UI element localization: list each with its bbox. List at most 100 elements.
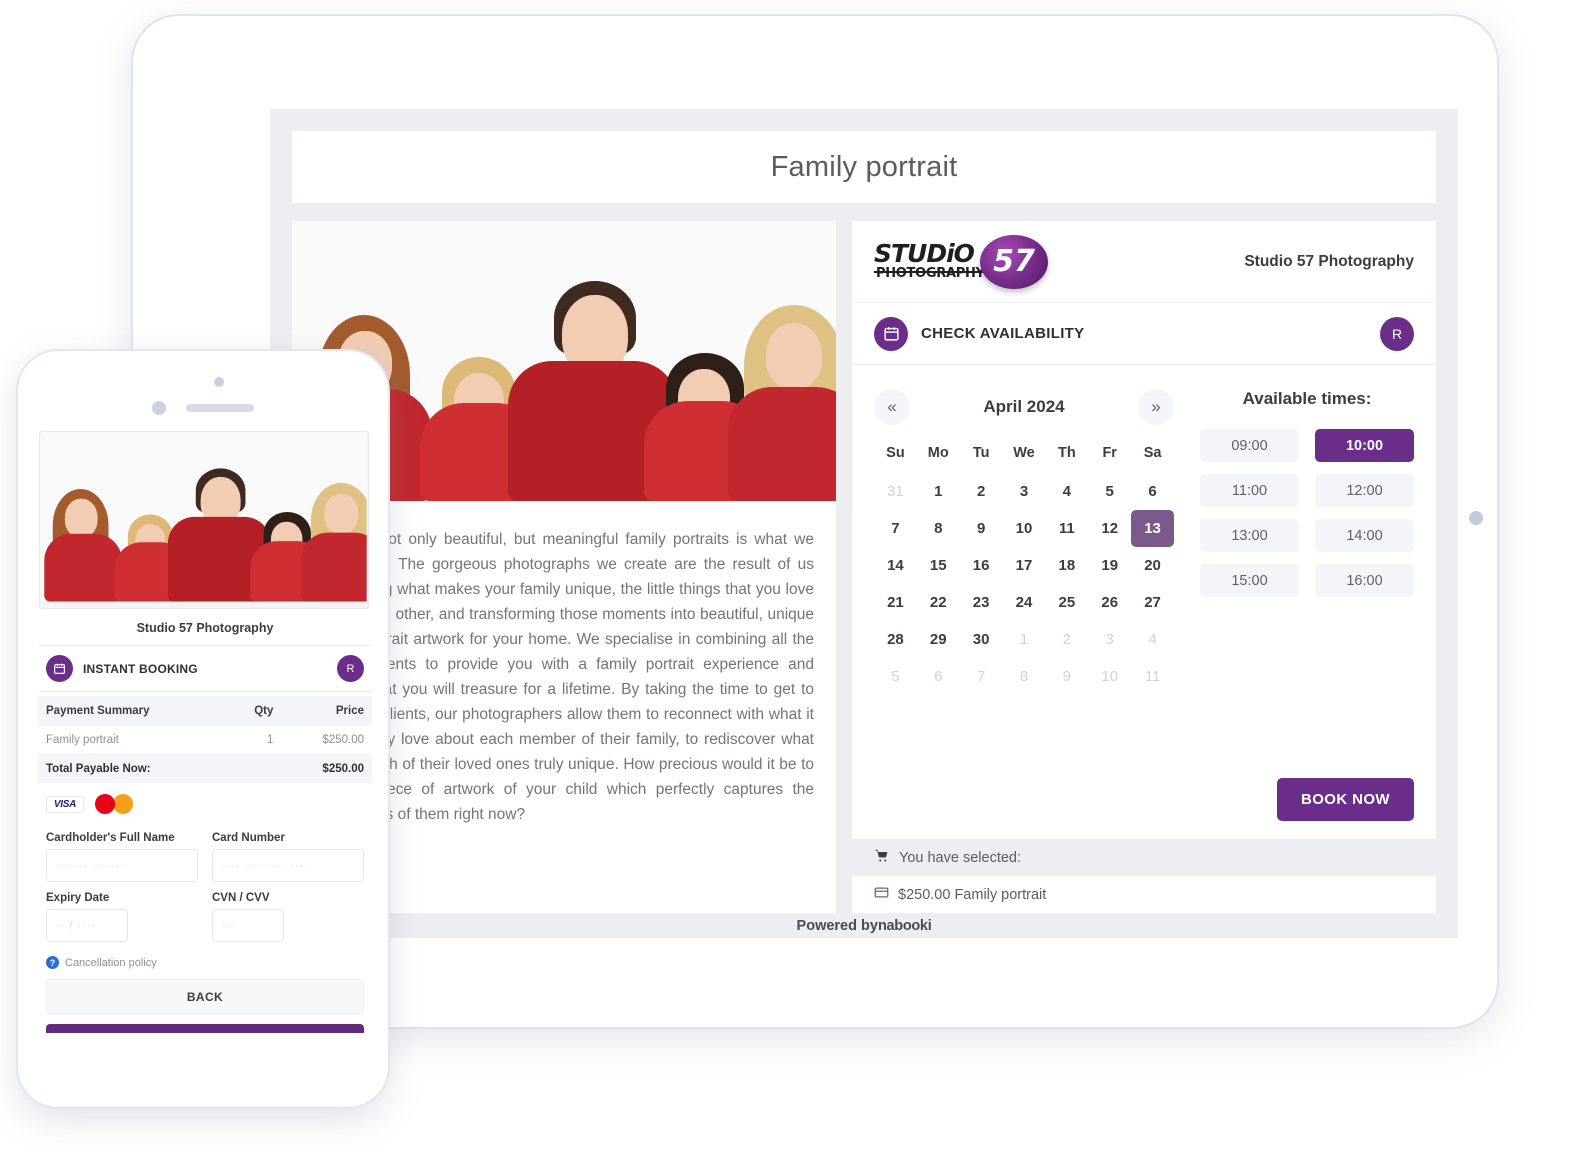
calendar-month-label: April 2024: [983, 397, 1065, 416]
cardholder-input[interactable]: [46, 849, 198, 882]
selection-heading-bar: You have selected:: [852, 839, 1436, 876]
calendar-day[interactable]: 19: [1088, 547, 1131, 584]
calendar-day[interactable]: 30: [960, 621, 1003, 658]
selection-item: $250.00 Family portrait: [898, 886, 1047, 903]
phone-subheader: INSTANT BOOKING R: [38, 645, 372, 692]
cardholder-group: Cardholder's Full Name: [46, 824, 198, 882]
calendar-weekday: Su: [886, 445, 905, 461]
col-price: Price: [281, 696, 372, 726]
accepted-cards: VISA: [38, 783, 372, 820]
selection-row: $250.00 Family portrait: [852, 876, 1436, 913]
time-slot[interactable]: 14:00: [1315, 519, 1414, 552]
phone-camera-icon: [214, 377, 224, 387]
phone-user-avatar[interactable]: R: [337, 655, 364, 682]
form-row-2: Expiry Date CVN / CVV: [46, 884, 364, 942]
widget-header: STUDiO PHOTOGRAPHY 57 Studio 57 Photogra…: [852, 221, 1436, 303]
pay-and-confirm-button[interactable]: PAY AND CONFIRM: [46, 1024, 364, 1033]
time-slot-grid: 09:00 10:00 11:00 12:00 13:00 14:00 15:00 16:00: [1200, 429, 1414, 597]
calendar-day[interactable]: 4: [1045, 473, 1088, 510]
calendar-day[interactable]: 16: [960, 547, 1003, 584]
calendar-day: 2: [1062, 631, 1072, 648]
payment-summary-table: Payment Summary Qty Price Family portrai…: [38, 696, 372, 783]
time-slot-selected[interactable]: 10:00: [1315, 429, 1414, 462]
time-slot[interactable]: 16:00: [1315, 564, 1414, 597]
page-title-card: Family portrait: [292, 131, 1436, 203]
calendar-day[interactable]: 6: [1131, 473, 1174, 510]
available-times-title: Available times:: [1242, 389, 1372, 408]
col-qty: Qty: [226, 696, 282, 726]
total-label: Total Payable Now:: [38, 754, 282, 783]
calendar-weekday: Tu: [972, 445, 990, 461]
phone-speaker-icon: [186, 404, 254, 412]
calendar-icon: [874, 316, 908, 351]
question-mark-icon: ?: [46, 956, 59, 969]
cardnumber-input[interactable]: [212, 849, 364, 882]
prev-month-button[interactable]: «: [874, 389, 910, 425]
next-month-button[interactable]: »: [1137, 389, 1174, 425]
phone-photo-inner: [40, 432, 367, 602]
calendar-day[interactable]: 23: [960, 584, 1003, 621]
cardnumber-group: Card Number: [212, 824, 364, 882]
calendar-weekday: Sa: [1143, 445, 1162, 461]
calendar-day[interactable]: 14: [874, 547, 917, 584]
mastercard-logo: [94, 792, 134, 816]
logo-subtitle: PHOTOGRAPHY: [876, 265, 985, 281]
expiry-group: Expiry Date: [46, 884, 198, 942]
calendar-day[interactable]: 29: [917, 621, 960, 658]
credit-card-icon: [874, 885, 889, 904]
business-name: Studio 57 Photography: [1244, 252, 1414, 270]
time-slot[interactable]: 12:00: [1315, 474, 1414, 507]
time-slot[interactable]: 09:00: [1200, 429, 1299, 462]
calendar-day[interactable]: 7: [874, 510, 917, 547]
calendar-day[interactable]: 9: [960, 510, 1003, 547]
calendar-day: 11: [1144, 668, 1161, 685]
calendar-day[interactable]: 27: [1131, 584, 1174, 621]
powered-by-footer: Powered by nabooki: [292, 913, 1436, 938]
calendar-day[interactable]: 10: [1003, 510, 1046, 547]
table-row: Family portrait 1 $250.00: [38, 726, 372, 755]
phone-business-name: Studio 57 Photography: [136, 621, 274, 635]
calendar-day: 9: [1062, 668, 1072, 685]
calendar-day[interactable]: 1: [917, 473, 960, 510]
table-header-row: Payment Summary Qty Price: [38, 696, 372, 726]
user-avatar[interactable]: R: [1380, 316, 1414, 351]
calendar-day[interactable]: 20: [1131, 547, 1174, 584]
calendar-day[interactable]: 17: [1003, 547, 1046, 584]
calendar-day[interactable]: 28: [874, 621, 917, 658]
calendar-day: 7: [976, 668, 986, 685]
calendar-day-selected[interactable]: 13: [1131, 510, 1174, 547]
time-slot[interactable]: 15:00: [1200, 564, 1299, 597]
expiry-input[interactable]: [46, 909, 128, 942]
calendar-day: 10: [1101, 668, 1119, 685]
calendar-day[interactable]: 2: [960, 473, 1003, 510]
tablet-side-button[interactable]: [1469, 511, 1483, 525]
calendar-day[interactable]: 15: [917, 547, 960, 584]
calendar-day[interactable]: 3: [1003, 473, 1046, 510]
book-now-button[interactable]: BOOK NOW: [1276, 778, 1414, 821]
calendar-day: 3: [1105, 631, 1114, 648]
calendar-day[interactable]: 5: [1088, 473, 1131, 510]
calendar-day[interactable]: 11: [1045, 510, 1088, 547]
time-slot[interactable]: 13:00: [1200, 519, 1299, 552]
cvn-input[interactable]: [212, 909, 284, 942]
calendar-weekday: Th: [1057, 445, 1076, 461]
calendar-day[interactable]: 24: [1003, 584, 1046, 621]
calendar-day[interactable]: 18: [1045, 547, 1088, 584]
time-slot[interactable]: 11:00: [1200, 474, 1299, 507]
widget-subheader: CHECK AVAILABILITY R: [852, 303, 1436, 365]
back-button[interactable]: BACK: [46, 979, 364, 1014]
calendar-weekday: We: [1013, 445, 1035, 461]
calendar-day[interactable]: 22: [917, 584, 960, 621]
calendar: « April 2024 » Su Mo Tu We Th Fr Sa 31 1 2 3 4 5 6 7 8 9…: [874, 389, 1174, 778]
table-total-row: Total Payable Now: $250.00: [38, 754, 372, 783]
screenshot-stage: Family portrait Creating not only beauti…: [0, 0, 1592, 1152]
calendar-day[interactable]: 12: [1088, 510, 1131, 547]
cancellation-policy-link[interactable]: ? Cancellation policy: [38, 944, 372, 975]
photo-figure-daughter: [728, 295, 836, 501]
calendar-day[interactable]: 25: [1045, 584, 1088, 621]
calendar-day[interactable]: 8: [917, 510, 960, 547]
tablet-screen: Family portrait Creating not only beauti…: [270, 109, 1458, 938]
calendar-day[interactable]: 26: [1088, 584, 1131, 621]
cardholder-label: Cardholder's Full Name: [46, 832, 175, 844]
calendar-day[interactable]: 21: [874, 584, 917, 621]
